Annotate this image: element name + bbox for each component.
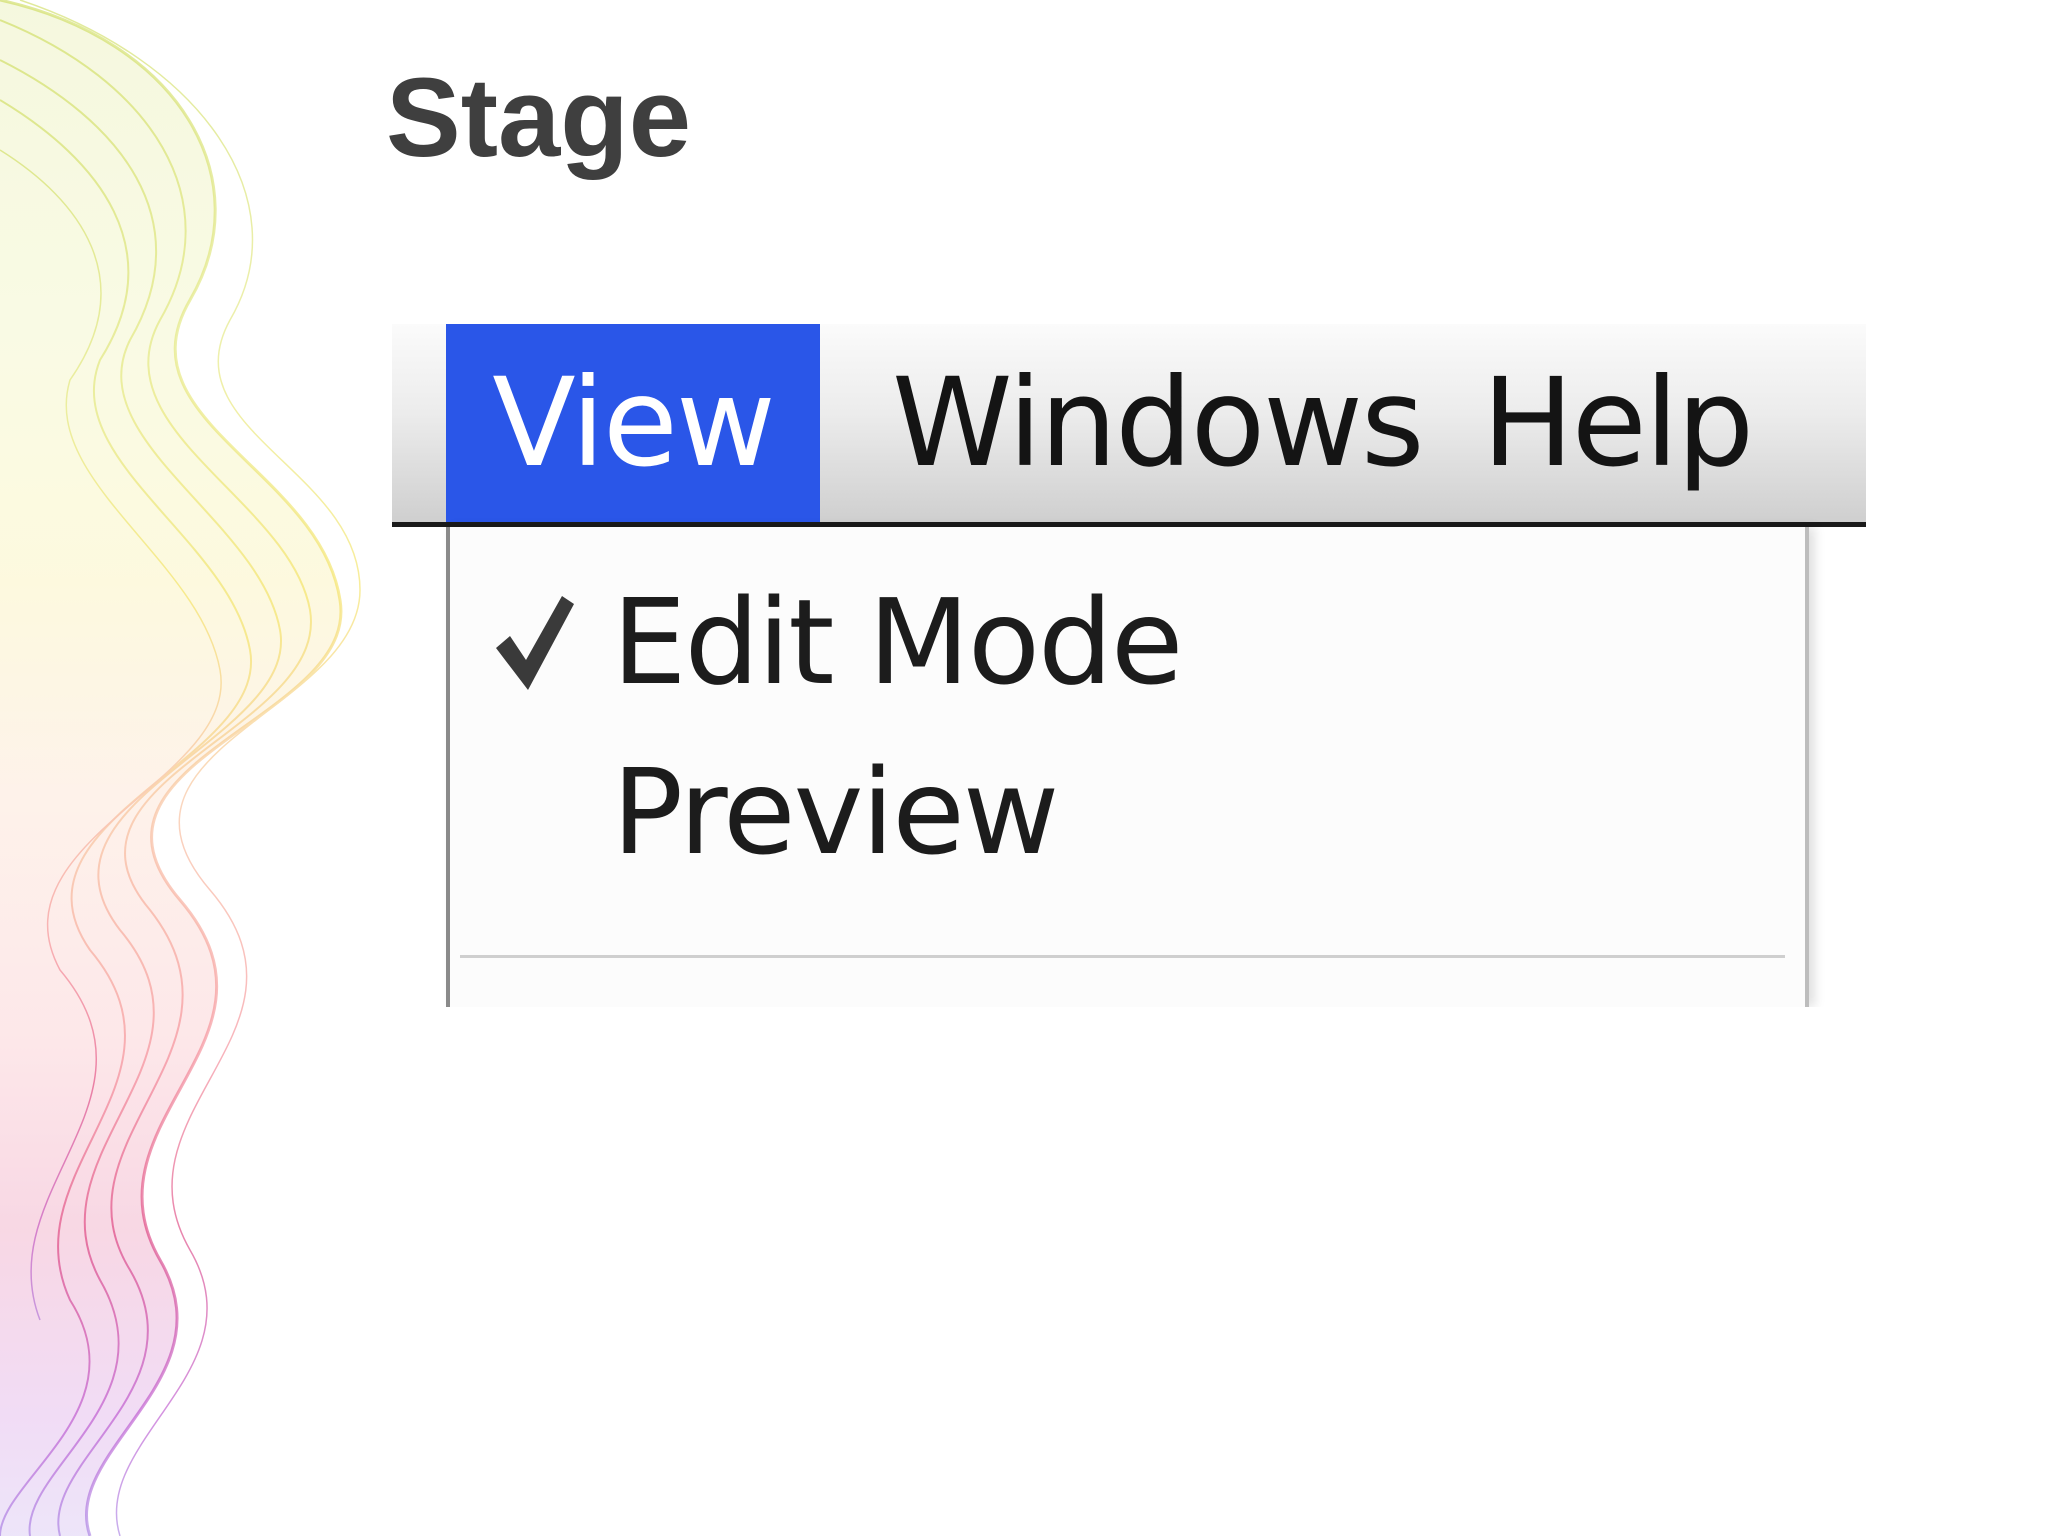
menu-view[interactable]: View <box>446 324 820 522</box>
menu-screenshot: View Windows Help Edit Mode Preview <box>392 324 1866 1007</box>
menu-bar: View Windows Help <box>392 324 1866 527</box>
menu-help[interactable]: Help <box>1482 324 1754 522</box>
view-menu-dropdown: Edit Mode Preview <box>446 527 1809 1007</box>
slide-title: Stage <box>386 55 691 180</box>
menu-item-label: Preview <box>612 743 1059 881</box>
decorative-ribbon-graphic <box>0 0 361 1536</box>
checkmark-icon <box>496 596 574 690</box>
slide: Stage View Windows Help Edit Mode Previe… <box>0 0 2048 1536</box>
menu-item-label: Edit Mode <box>612 573 1184 711</box>
menu-item-edit-mode[interactable]: Edit Mode <box>450 557 1805 727</box>
menu-windows[interactable]: Windows <box>892 324 1425 522</box>
menu-separator <box>460 955 1785 958</box>
menu-item-preview[interactable]: Preview <box>450 727 1805 897</box>
